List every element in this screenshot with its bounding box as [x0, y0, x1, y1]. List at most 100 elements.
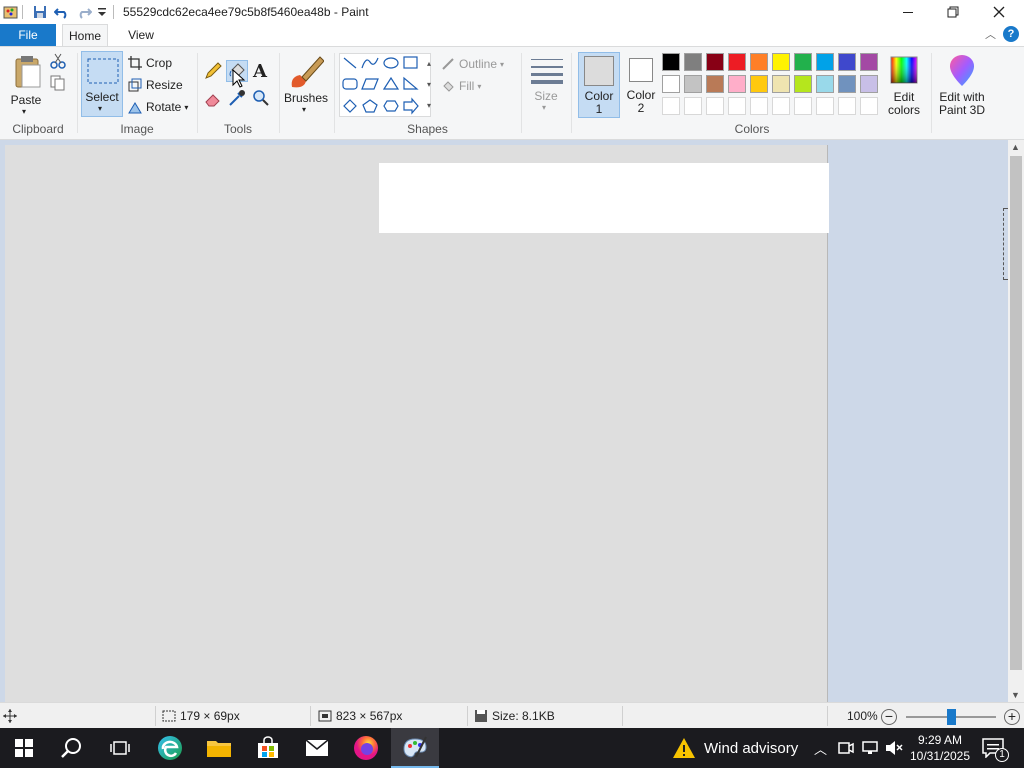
- paste-label: Paste: [10, 93, 42, 107]
- color-swatch[interactable]: [706, 75, 724, 93]
- zoom-slider[interactable]: [906, 709, 996, 725]
- pasted-selection[interactable]: [379, 163, 829, 233]
- search-button[interactable]: [48, 728, 96, 768]
- brushes-button[interactable]: Brushes ▾: [283, 51, 329, 117]
- color-swatch[interactable]: [772, 53, 790, 71]
- network-icon[interactable]: [862, 728, 880, 768]
- cut-button[interactable]: [50, 53, 68, 71]
- paste-button[interactable]: Paste ▾: [6, 51, 46, 116]
- select-dropdown-icon: ▾: [98, 104, 103, 113]
- color2-button[interactable]: Color 2: [622, 52, 660, 118]
- shapes-gallery[interactable]: [339, 53, 431, 117]
- start-button[interactable]: [0, 728, 48, 768]
- scroll-up-icon[interactable]: ▲: [1011, 142, 1020, 152]
- minimize-button[interactable]: [885, 0, 931, 24]
- clock[interactable]: 9:29 AM 10/31/2025: [906, 728, 974, 768]
- rotate-button[interactable]: Rotate ▾: [128, 98, 188, 116]
- color-swatch[interactable]: [706, 53, 724, 71]
- copy-button[interactable]: [50, 75, 68, 93]
- maximize-button[interactable]: [930, 0, 976, 24]
- color-swatch[interactable]: [684, 75, 702, 93]
- color-swatch[interactable]: [662, 75, 680, 93]
- volume-muted-icon[interactable]: [885, 728, 903, 768]
- edit-colors-button[interactable]: Edit colors: [884, 52, 924, 118]
- collapse-ribbon-icon[interactable]: ︿: [985, 26, 996, 42]
- custom-color-slot[interactable]: [662, 97, 680, 115]
- custom-color-slot[interactable]: [706, 97, 724, 115]
- color1-button[interactable]: Color 1: [578, 52, 620, 118]
- save-icon[interactable]: [31, 3, 49, 21]
- custom-color-slot[interactable]: [816, 97, 834, 115]
- color-swatch[interactable]: [750, 75, 768, 93]
- task-view-button[interactable]: [96, 728, 144, 768]
- notification-center-button[interactable]: 1: [982, 728, 1009, 768]
- custom-color-slot[interactable]: [728, 97, 746, 115]
- color-picker-icon: [229, 90, 245, 106]
- drawing-canvas[interactable]: [5, 145, 829, 702]
- color-swatch[interactable]: [772, 75, 790, 93]
- right-triangle-shape-icon: [403, 76, 419, 90]
- color-swatch[interactable]: [816, 75, 834, 93]
- outline-button[interactable]: Outline ▾: [441, 55, 504, 73]
- color-swatch[interactable]: [794, 53, 812, 71]
- custom-color-slot[interactable]: [750, 97, 768, 115]
- fill-button[interactable]: Fill ▾: [441, 77, 481, 95]
- zoom-out-icon: −: [884, 708, 894, 724]
- zoom-out-button[interactable]: −: [881, 709, 897, 725]
- paint-app-icon[interactable]: [2, 3, 20, 21]
- color-swatch[interactable]: [860, 53, 878, 71]
- redo-icon[interactable]: [75, 3, 93, 21]
- scroll-down-icon[interactable]: ▼: [1011, 690, 1020, 700]
- select-button[interactable]: Select ▾: [81, 51, 123, 117]
- color-swatch[interactable]: [860, 75, 878, 93]
- tab-view[interactable]: View: [117, 24, 165, 46]
- paint-taskbar-button[interactable]: [391, 728, 439, 768]
- color-swatch[interactable]: [728, 75, 746, 93]
- mail-taskbar-button[interactable]: [293, 728, 341, 768]
- color-swatch[interactable]: [794, 75, 812, 93]
- edge-taskbar-button[interactable]: [146, 728, 194, 768]
- triangle-shape-icon: [382, 76, 400, 90]
- eraser-icon: [205, 94, 220, 107]
- color-swatch[interactable]: [684, 53, 702, 71]
- vertical-scrollbar[interactable]: ▲ ▼: [1008, 140, 1024, 702]
- eraser-tool[interactable]: [204, 89, 224, 109]
- color-swatch[interactable]: [662, 53, 680, 71]
- custom-color-slot[interactable]: [794, 97, 812, 115]
- edit-with-paint3d-button[interactable]: Edit with Paint 3D: [934, 52, 990, 118]
- meet-now-icon[interactable]: [838, 728, 854, 768]
- zoom-in-button[interactable]: +: [1004, 709, 1020, 725]
- undo-icon[interactable]: [53, 3, 71, 21]
- customize-quick-access-icon[interactable]: [95, 3, 109, 21]
- zoom-slider-thumb[interactable]: [947, 709, 956, 725]
- text-tool[interactable]: A: [253, 61, 273, 82]
- crop-button[interactable]: Crop: [128, 54, 172, 72]
- magnifier-tool[interactable]: [252, 89, 272, 109]
- color1-swatch: [584, 56, 614, 86]
- firefox-taskbar-button[interactable]: [342, 728, 390, 768]
- tab-file[interactable]: File: [0, 24, 56, 46]
- show-hidden-icons-button[interactable]: ︿: [814, 728, 827, 768]
- resize-button[interactable]: Resize: [128, 76, 183, 94]
- custom-color-slot[interactable]: [772, 97, 790, 115]
- custom-color-slot[interactable]: [684, 97, 702, 115]
- color-swatch[interactable]: [816, 53, 834, 71]
- color-swatch[interactable]: [838, 53, 856, 71]
- color-swatch[interactable]: [750, 53, 768, 71]
- file-explorer-taskbar-button[interactable]: [195, 728, 243, 768]
- store-taskbar-button[interactable]: [244, 728, 292, 768]
- close-button[interactable]: [976, 0, 1022, 24]
- size-button[interactable]: Size ▾: [526, 53, 566, 115]
- color-picker-tool[interactable]: [228, 89, 248, 109]
- color-swatch[interactable]: [838, 75, 856, 93]
- scrollbar-thumb[interactable]: [1010, 156, 1022, 670]
- shapes-scroll[interactable]: ▴ ▾ ▾: [423, 53, 435, 117]
- custom-color-slot[interactable]: [860, 97, 878, 115]
- ribbon: Paste ▾ Clipboard Select ▾ Crop Resize R…: [0, 46, 1024, 140]
- custom-color-slot[interactable]: [838, 97, 856, 115]
- color-swatch[interactable]: [728, 53, 746, 71]
- pencil-tool[interactable]: [204, 62, 224, 82]
- tab-home[interactable]: Home: [62, 24, 108, 46]
- weather-widget[interactable]: Wind advisory: [672, 728, 798, 768]
- help-icon[interactable]: ?: [1003, 26, 1019, 42]
